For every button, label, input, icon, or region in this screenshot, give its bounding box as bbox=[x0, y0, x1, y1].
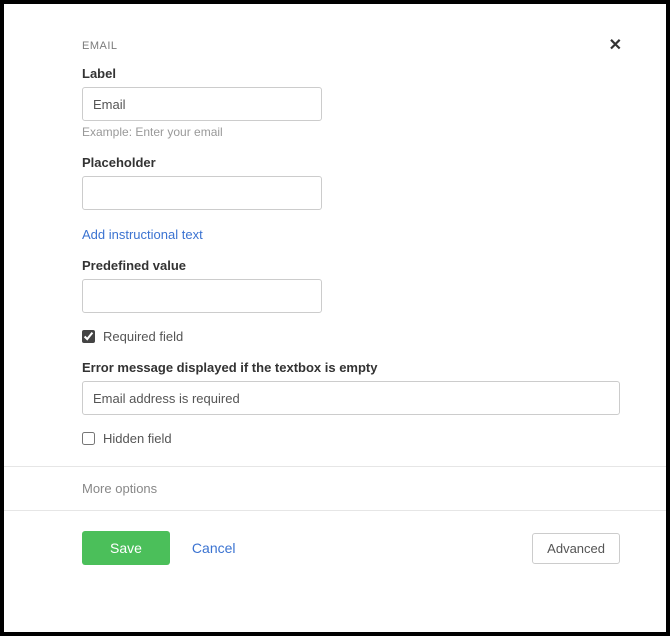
label-input[interactable] bbox=[82, 87, 322, 121]
save-button[interactable]: Save bbox=[82, 531, 170, 565]
field-settings-modal: EMAIL ✕ Label Example: Enter your email … bbox=[0, 0, 670, 636]
placeholder-title: Placeholder bbox=[82, 155, 620, 170]
error-title: Error message displayed if the textbox i… bbox=[82, 360, 620, 375]
required-checkbox[interactable] bbox=[82, 330, 95, 343]
label-example: Example: Enter your email bbox=[82, 125, 620, 139]
add-instructional-text-link[interactable]: Add instructional text bbox=[82, 227, 203, 242]
advanced-button[interactable]: Advanced bbox=[532, 533, 620, 564]
predefined-group: Predefined value bbox=[82, 258, 620, 313]
label-group: Label Example: Enter your email bbox=[82, 66, 620, 139]
cancel-button[interactable]: Cancel bbox=[192, 540, 236, 556]
label-title: Label bbox=[82, 66, 620, 81]
required-row: Required field bbox=[82, 329, 620, 344]
footer: Save Cancel Advanced bbox=[50, 511, 620, 565]
hidden-row: Hidden field bbox=[82, 431, 620, 446]
predefined-title: Predefined value bbox=[82, 258, 620, 273]
error-input[interactable] bbox=[82, 381, 620, 415]
hidden-checkbox[interactable] bbox=[82, 432, 95, 445]
placeholder-input[interactable] bbox=[82, 176, 322, 210]
more-options-toggle[interactable]: More options bbox=[50, 467, 620, 510]
hidden-label: Hidden field bbox=[103, 431, 172, 446]
close-icon[interactable]: ✕ bbox=[609, 38, 622, 54]
error-group: Error message displayed if the textbox i… bbox=[82, 360, 620, 415]
predefined-input[interactable] bbox=[82, 279, 322, 313]
field-type-badge: EMAIL bbox=[50, 40, 620, 52]
required-label: Required field bbox=[103, 329, 183, 344]
placeholder-group: Placeholder bbox=[82, 155, 620, 210]
